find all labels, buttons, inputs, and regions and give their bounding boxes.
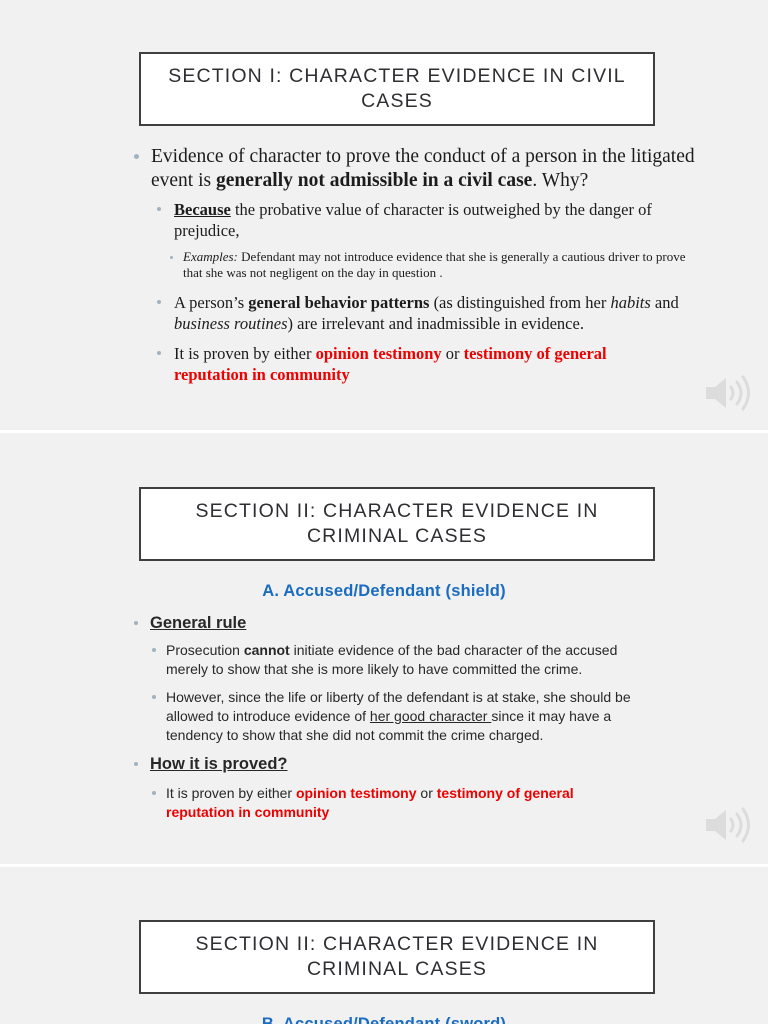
bullet-dot — [152, 648, 156, 652]
bullet-dot — [134, 762, 138, 766]
text-run-bold: cannot — [243, 642, 290, 658]
slide-1-bullet-5-text: It is proven by either opinion testimony… — [174, 343, 657, 385]
slide-3: SECTION II: CHARACTER EVIDENCE IN CRIMIN… — [0, 867, 768, 1024]
bullet-dot — [152, 791, 156, 795]
bullet-dot — [157, 300, 161, 304]
slide-2-title: SECTION II: CHARACTER EVIDENCE IN CRIMIN… — [195, 500, 599, 547]
slide-1-bullet-4-text: A person’s general behavior patterns (as… — [174, 292, 692, 334]
slide-1-bullet-1: Evidence of character to prove the condu… — [134, 145, 704, 192]
bullet-dot — [134, 621, 138, 625]
text-run-red: opinion testimony — [295, 785, 417, 801]
text-run: Defendant may not introduce evidence tha… — [183, 249, 686, 280]
bullet-dot — [157, 207, 161, 211]
slide-1-bullet-5: It is proven by either opinion testimony… — [157, 343, 657, 385]
slide-2-bullet-3: However, since the life or liberty of th… — [152, 688, 662, 745]
slide-1-title-box: SECTION I: CHARACTER EVIDENCE IN CIVIL C… — [139, 52, 655, 126]
slide-1-bullet-2: Because the probative value of character… — [157, 199, 692, 241]
text-run: . Why? — [532, 169, 589, 191]
text-run: It is proven by either — [166, 785, 296, 801]
text-run-italic: habits — [610, 293, 651, 312]
slide-2-bullet-2-text: Prosecution cannot initiate evidence of … — [166, 641, 652, 679]
bullet-dot — [157, 351, 161, 355]
text-run-bold: generally not admissible in a civil case — [215, 169, 533, 191]
text-run-italic: business routines — [174, 314, 288, 333]
slide-1: SECTION I: CHARACTER EVIDENCE IN CIVIL C… — [0, 0, 768, 430]
bullet-dot — [152, 695, 156, 699]
slide-2-bullet-5: It is proven by either opinion testimony… — [152, 784, 632, 822]
text-run-bold-underline: Because — [174, 200, 231, 219]
text-run: and — [650, 293, 679, 312]
text-run: the probative value of character is outw… — [174, 200, 652, 240]
slide-2-bullet-4: How it is proved? — [134, 754, 674, 775]
slide-1-title: SECTION I: CHARACTER EVIDENCE IN CIVIL C… — [168, 65, 626, 112]
text-run-underline: her good character — [369, 708, 492, 724]
text-run: or — [441, 344, 464, 363]
bullet-dot — [134, 154, 139, 159]
subheading-text: A. Accused/Defendant (shield) — [262, 582, 506, 600]
text-run-red: opinion testimony — [315, 344, 442, 363]
slide-2-subheading: A. Accused/Defendant (shield) — [0, 582, 768, 601]
text-run: or — [416, 785, 437, 801]
slide-2-bullet-1-text: General rule — [150, 614, 247, 632]
slide-2: SECTION II: CHARACTER EVIDENCE IN CRIMIN… — [0, 433, 768, 864]
text-run: It is proven by either — [174, 344, 316, 363]
text-run: ) are irrelevant and inadmissible in evi… — [287, 314, 584, 333]
slide-1-bullet-4: A person’s general behavior patterns (as… — [157, 292, 692, 334]
slide-2-bullet-4-text: How it is proved? — [150, 755, 288, 773]
slide-1-bullet-2-text: Because the probative value of character… — [174, 199, 692, 241]
speaker-icon[interactable] — [700, 803, 758, 847]
slide-3-title-box: SECTION II: CHARACTER EVIDENCE IN CRIMIN… — [139, 920, 655, 994]
slide-2-bullet-1: General rule — [134, 613, 674, 634]
subheading-text: B. Accused/Defendant (sword) — [261, 1015, 507, 1024]
bullet-dot — [170, 256, 173, 259]
text-run-bold: general behavior patterns — [248, 293, 430, 312]
slide-2-bullet-2: Prosecution cannot initiate evidence of … — [152, 641, 652, 679]
slide-1-bullet-1-text: Evidence of character to prove the condu… — [151, 145, 704, 192]
speaker-icon[interactable] — [700, 371, 758, 415]
slide-2-bullet-3-text: However, since the life or liberty of th… — [166, 688, 662, 745]
text-run: (as distinguished from her — [429, 293, 611, 312]
text-run: Prosecution — [166, 642, 244, 658]
slide-deck-page: SECTION I: CHARACTER EVIDENCE IN CIVIL C… — [0, 0, 768, 1024]
slide-1-bullet-3-text: Examples: Defendant may not introduce ev… — [183, 249, 695, 281]
slide-3-subheading: B. Accused/Defendant (sword) — [0, 1015, 768, 1024]
text-run: A person’s — [174, 293, 249, 312]
slide-2-title-box: SECTION II: CHARACTER EVIDENCE IN CRIMIN… — [139, 487, 655, 561]
slide-3-title: SECTION II: CHARACTER EVIDENCE IN CRIMIN… — [195, 933, 599, 980]
slide-2-bullet-5-text: It is proven by either opinion testimony… — [166, 784, 632, 822]
text-run-italic: Examples: — [183, 249, 238, 264]
slide-1-bullet-3: Examples: Defendant may not introduce ev… — [170, 249, 695, 281]
